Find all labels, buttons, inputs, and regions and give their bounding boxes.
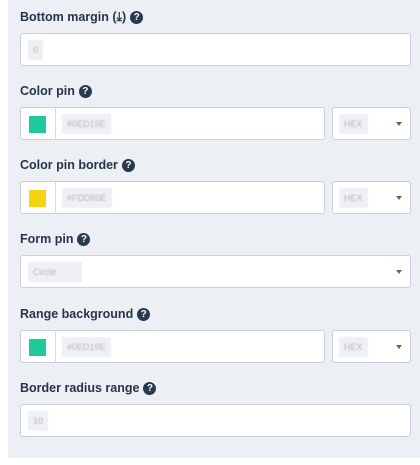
border-radius-range-value: 10 bbox=[28, 411, 49, 431]
bottom-margin-input[interactable]: 0 bbox=[20, 33, 411, 66]
chevron-down-icon bbox=[396, 270, 402, 274]
color-pin-input[interactable]: #0ED19E bbox=[20, 107, 325, 140]
divider bbox=[55, 182, 56, 213]
range-background-format-value: HEX bbox=[339, 337, 368, 357]
range-background-input[interactable]: #0ED19E bbox=[20, 330, 325, 363]
chevron-down-icon bbox=[396, 345, 402, 349]
bottom-margin-field: Bottom margin (⤓) ? 0 bbox=[20, 8, 411, 66]
color-pin-format-select[interactable]: HEX bbox=[332, 107, 411, 140]
border-radius-range-input[interactable]: 10 bbox=[20, 404, 411, 437]
question-circle-icon[interactable]: ? bbox=[137, 307, 151, 321]
color-pin-value: #0ED19E bbox=[62, 114, 111, 134]
color-pin-border-format-select[interactable]: HEX bbox=[332, 181, 411, 214]
color-pin-format-value: HEX bbox=[339, 114, 368, 134]
form-pin-field: Form pin ? Circle bbox=[20, 230, 411, 288]
settings-panel: Bottom margin (⤓) ? 0 Color pin ? #0ED19… bbox=[8, 0, 420, 458]
color-pin-label-text: Color pin bbox=[20, 84, 75, 98]
color-pin-label: Color pin ? bbox=[20, 82, 411, 100]
border-radius-range-field: Border radius range ? 10 bbox=[20, 379, 411, 437]
bottom-margin-value: 0 bbox=[28, 40, 44, 60]
range-background-field: Range background ? #0ED19E HEX bbox=[20, 305, 411, 363]
color-pin-swatch[interactable] bbox=[29, 116, 46, 133]
form-pin-value: Circle bbox=[28, 262, 82, 282]
bottom-margin-label: Bottom margin (⤓) ? bbox=[20, 8, 411, 26]
range-background-value: #0ED19E bbox=[62, 337, 111, 357]
color-pin-border-value: #FDD80E bbox=[62, 188, 112, 208]
divider bbox=[55, 331, 56, 362]
range-background-label-text: Range background bbox=[20, 307, 134, 321]
border-radius-range-label-text: Border radius range bbox=[20, 381, 140, 395]
form-pin-label-text: Form pin bbox=[20, 232, 74, 246]
form-pin-select[interactable]: Circle bbox=[20, 255, 411, 288]
question-circle-icon[interactable]: ? bbox=[78, 84, 92, 98]
divider bbox=[55, 108, 56, 139]
range-background-swatch[interactable] bbox=[29, 339, 46, 356]
color-pin-border-label-text: Color pin border bbox=[20, 158, 118, 172]
color-pin-border-label: Color pin border ? bbox=[20, 156, 411, 174]
border-radius-range-label: Border radius range ? bbox=[20, 379, 411, 397]
chevron-down-icon bbox=[396, 122, 402, 126]
color-pin-border-format-value: HEX bbox=[339, 188, 368, 208]
bottom-margin-label-text: Bottom margin (⤓) bbox=[20, 10, 127, 24]
range-background-label: Range background ? bbox=[20, 305, 411, 323]
color-pin-border-swatch[interactable] bbox=[29, 190, 46, 207]
question-circle-icon[interactable]: ? bbox=[77, 232, 91, 246]
color-pin-border-field: Color pin border ? #FDD80E HEX bbox=[20, 156, 411, 214]
chevron-down-icon bbox=[396, 196, 402, 200]
question-circle-icon[interactable]: ? bbox=[121, 158, 135, 172]
range-background-format-select[interactable]: HEX bbox=[332, 330, 411, 363]
form-pin-label: Form pin ? bbox=[20, 230, 411, 248]
question-circle-icon[interactable]: ? bbox=[130, 10, 144, 24]
color-pin-field: Color pin ? #0ED19E HEX bbox=[20, 82, 411, 140]
color-pin-border-input[interactable]: #FDD80E bbox=[20, 181, 325, 214]
question-circle-icon[interactable]: ? bbox=[143, 381, 157, 395]
